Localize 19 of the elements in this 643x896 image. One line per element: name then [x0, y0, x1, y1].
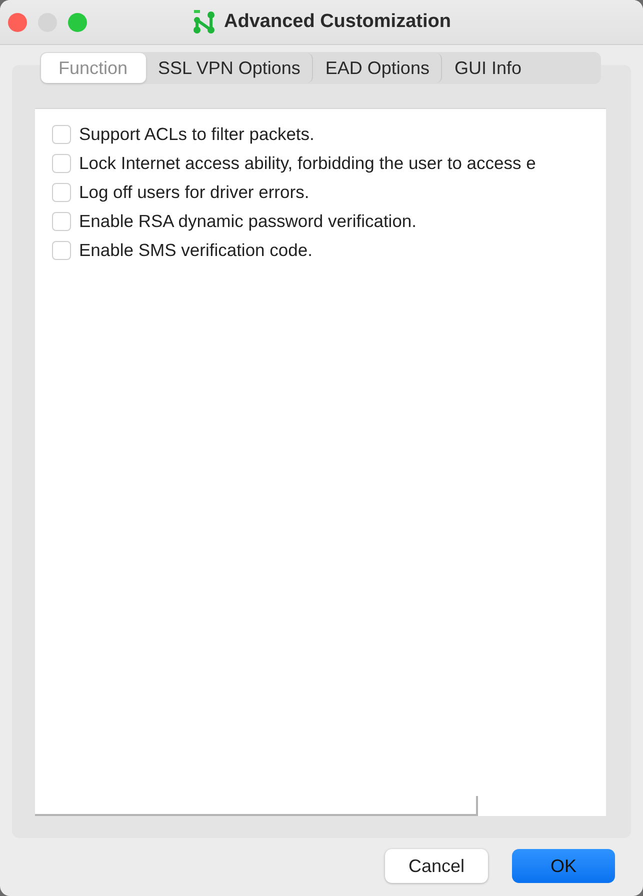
window-title: Advanced Customization — [224, 11, 451, 33]
checkbox[interactable] — [52, 241, 71, 260]
checkbox-label[interactable]: Enable SMS verification code. — [79, 240, 312, 261]
checkbox-label[interactable]: Lock Internet access ability, forbidding the user to access e — [79, 153, 536, 174]
checkbox[interactable] — [52, 212, 71, 231]
cancel-button[interactable]: Cancel — [385, 849, 488, 883]
checkbox[interactable] — [52, 183, 71, 202]
tab[interactable]: GUI Info — [442, 53, 534, 83]
tab[interactable]: SSL VPN Options — [146, 53, 314, 83]
close-button[interactable] — [8, 12, 27, 32]
checkbox-label[interactable]: Log off users for driver errors. — [79, 182, 310, 203]
checkbox[interactable] — [52, 125, 71, 144]
checkbox-label[interactable]: Enable RSA dynamic password verification. — [79, 211, 417, 232]
checkbox-label[interactable]: Support ACLs to filter packets. — [79, 124, 314, 145]
node-link-icon — [192, 9, 216, 35]
ok-button[interactable]: OK — [512, 849, 615, 883]
zoom-button[interactable] — [68, 12, 87, 32]
checkbox[interactable] — [52, 154, 71, 173]
tab[interactable]: EAD Options — [313, 53, 442, 83]
